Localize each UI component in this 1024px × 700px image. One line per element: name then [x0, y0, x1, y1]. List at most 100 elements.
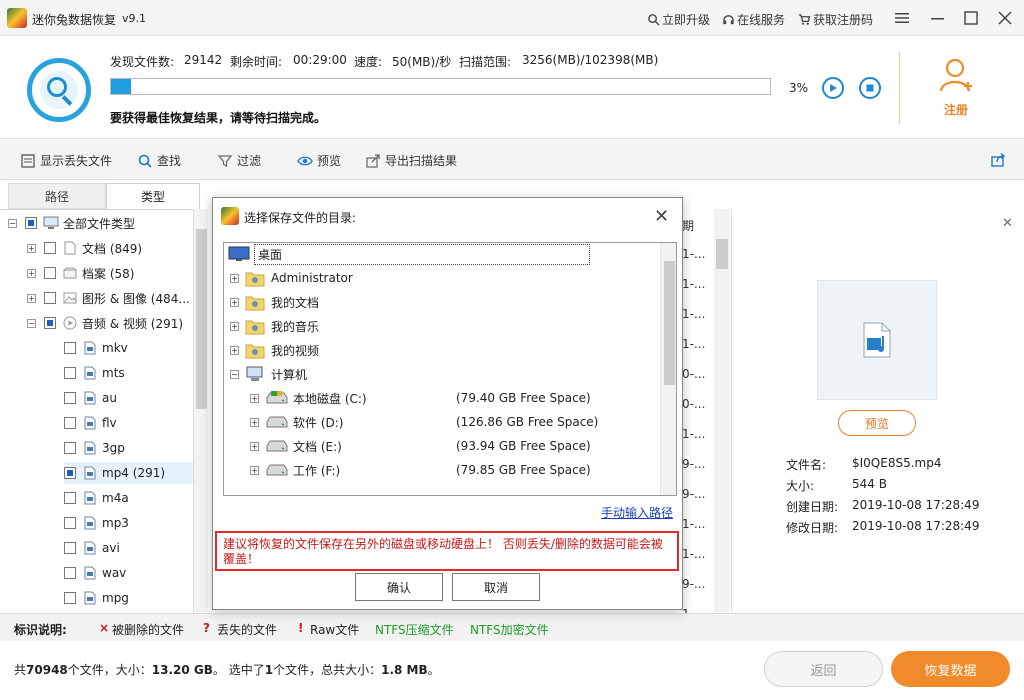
- resume-button[interactable]: [822, 77, 844, 99]
- dir-item[interactable]: + 我的文档: [230, 291, 319, 313]
- tree-item-images[interactable]: + 图形 & 图像 (484...: [27, 287, 190, 309]
- search-icon: [648, 14, 660, 26]
- collapse-icon[interactable]: −: [8, 218, 17, 228]
- tree-item-format[interactable]: mpg: [64, 587, 193, 609]
- filename-label: 文件名:: [786, 458, 827, 472]
- online-service-link[interactable]: 在线服务: [722, 11, 785, 28]
- tree-item-format[interactable]: wav: [64, 562, 193, 584]
- tree-item-documents[interactable]: + 文档 (849): [27, 237, 142, 259]
- tree-checkbox[interactable]: [64, 592, 76, 604]
- expand-icon[interactable]: +: [230, 345, 239, 355]
- stop-button[interactable]: [859, 77, 881, 99]
- tree-checkbox[interactable]: [44, 317, 56, 329]
- expand-icon[interactable]: +: [230, 273, 239, 283]
- tab-path[interactable]: 路径: [8, 183, 106, 209]
- expand-icon[interactable]: +: [250, 417, 259, 427]
- dir-item[interactable]: + 我的视频: [230, 339, 319, 361]
- search-button[interactable]: 查找: [137, 152, 181, 169]
- tree-checkbox[interactable]: [25, 217, 37, 229]
- tree-checkbox[interactable]: [64, 342, 76, 354]
- drive-item[interactable]: + 工作 (F:): [250, 459, 340, 481]
- total-size: 13.20 GB: [151, 663, 213, 677]
- tree-checkbox[interactable]: [64, 567, 76, 579]
- tree-item-format[interactable]: flv: [64, 412, 193, 434]
- drive-item[interactable]: + 本地磁盘 (C:): [250, 387, 367, 409]
- dialog-scrollbar[interactable]: [660, 243, 676, 495]
- list-date-cell: 1-...: [682, 277, 706, 291]
- expand-icon[interactable]: +: [27, 268, 36, 278]
- collapse-icon[interactable]: −: [27, 318, 36, 328]
- raw-mark-icon: !: [298, 621, 304, 635]
- dialog-scrollbar-thumb[interactable]: [664, 261, 675, 385]
- preview-close-icon[interactable]: ✕: [1002, 216, 1013, 231]
- share-button[interactable]: [990, 152, 1006, 168]
- tree-item-label: mp3: [102, 516, 129, 530]
- tree-checkbox[interactable]: [64, 392, 76, 404]
- tree-item-audio-video[interactable]: − 音频 & 视频 (291): [27, 312, 183, 334]
- tree-checkbox[interactable]: [44, 267, 56, 279]
- dir-item-desktop[interactable]: 桌面: [228, 243, 590, 265]
- tree-checkbox[interactable]: [64, 417, 76, 429]
- minimize-button[interactable]: [928, 8, 948, 28]
- confirm-button[interactable]: 确认: [355, 573, 443, 601]
- menu-button[interactable]: [892, 8, 912, 28]
- tree-checkbox[interactable]: [44, 292, 56, 304]
- close-button[interactable]: [995, 8, 1015, 28]
- summary-text: 个文件，总共大小：: [273, 663, 382, 677]
- list-scrollbar[interactable]: [714, 209, 730, 612]
- upgrade-link[interactable]: 立即升级: [647, 11, 710, 28]
- filter-label: 过滤: [237, 154, 262, 168]
- show-lost-files-button[interactable]: 显示丢失文件: [20, 152, 112, 169]
- list-scrollbar-thumb[interactable]: [716, 239, 728, 269]
- tree-checkbox[interactable]: [64, 367, 76, 379]
- preview-toolbar-button[interactable]: 预览: [297, 152, 341, 169]
- dir-item[interactable]: − 计算机: [230, 363, 307, 385]
- footer: 共70948个文件，大小：13.20 GB。 选中了1个文件，总共大小：1.8 …: [0, 641, 1024, 700]
- tree-item-archives[interactable]: + 档案 (58): [27, 262, 134, 284]
- expand-icon[interactable]: +: [230, 321, 239, 331]
- dir-item[interactable]: + 我的音乐: [230, 315, 319, 337]
- expand-icon[interactable]: +: [250, 393, 259, 403]
- tree-item-format[interactable]: avi: [64, 537, 193, 559]
- tab-type[interactable]: 类型: [106, 183, 200, 209]
- tree-checkbox[interactable]: [64, 542, 76, 554]
- tree-item-all-types[interactable]: − 全部文件类型: [8, 212, 135, 234]
- expand-icon[interactable]: +: [250, 465, 259, 475]
- preview-button[interactable]: 预览: [838, 410, 916, 436]
- export-results-button[interactable]: 导出扫描结果: [365, 152, 457, 169]
- tree-checkbox[interactable]: [64, 517, 76, 529]
- tree-scrollbar-thumb[interactable]: [196, 229, 207, 409]
- legend-deleted: 被删除的文件: [112, 623, 185, 637]
- drive-item[interactable]: + 文档 (E:): [250, 435, 342, 457]
- tree-checkbox[interactable]: [44, 242, 56, 254]
- tree-item-format[interactable]: 3gp: [64, 437, 193, 459]
- get-code-link[interactable]: 获取注册码: [798, 11, 873, 28]
- back-button[interactable]: 返回: [764, 651, 883, 687]
- expand-icon[interactable]: +: [27, 293, 36, 303]
- tree-item-format[interactable]: m4a: [64, 487, 193, 509]
- filter-icon: [217, 154, 233, 167]
- tree-checkbox[interactable]: [64, 467, 76, 479]
- dialog-close-icon[interactable]: ✕: [654, 206, 669, 227]
- tree-item-format[interactable]: mkv: [64, 337, 193, 359]
- tree-item-format[interactable]: mp3: [64, 512, 193, 534]
- cancel-button[interactable]: 取消: [452, 573, 540, 601]
- tree-scrollbar[interactable]: [193, 209, 208, 612]
- maximize-button[interactable]: [961, 8, 981, 28]
- tree-item-format[interactable]: mts: [64, 362, 193, 384]
- expand-icon[interactable]: +: [250, 441, 259, 451]
- collapse-icon[interactable]: −: [230, 369, 239, 379]
- tree-checkbox[interactable]: [64, 492, 76, 504]
- expand-icon[interactable]: +: [27, 243, 36, 253]
- video-file-icon: [82, 340, 98, 356]
- drive-item[interactable]: + 软件 (D:): [250, 411, 343, 433]
- tree-checkbox[interactable]: [64, 442, 76, 454]
- manual-path-link[interactable]: 手动输入路径: [601, 504, 673, 521]
- tree-item-format[interactable]: au: [64, 387, 193, 409]
- dir-item[interactable]: + Administrator: [230, 267, 353, 289]
- filter-button[interactable]: 过滤: [217, 152, 261, 169]
- tree-item-format[interactable]: mp4 (291): [64, 462, 193, 484]
- expand-icon[interactable]: +: [230, 297, 239, 307]
- recover-button[interactable]: 恢复数据: [891, 651, 1010, 687]
- desktop-icon: [228, 246, 250, 261]
